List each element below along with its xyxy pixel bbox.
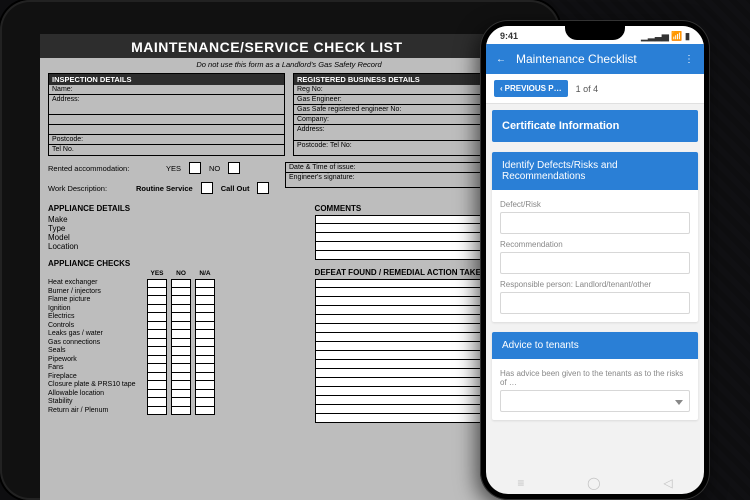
screen-title: Maintenance Checklist xyxy=(516,52,674,66)
no-checkbox[interactable] xyxy=(228,162,240,174)
phone-device: 9:41 ▁▂▃▅ 📶 ▮ ← Maintenance Checklist ⋮ … xyxy=(480,20,710,500)
pager-row: ‹ PREVIOUS P… 1 of 4 xyxy=(486,74,704,104)
advice-card: Advice to tenants Has advice been given … xyxy=(492,332,698,420)
field-label: Recommendation xyxy=(500,240,690,249)
more-icon[interactable]: ⋮ xyxy=(684,54,694,65)
app-bar: ← Maintenance Checklist ⋮ xyxy=(486,44,704,74)
back-icon[interactable]: ← xyxy=(496,54,506,65)
phone-screen: 9:41 ▁▂▃▅ 📶 ▮ ← Maintenance Checklist ⋮ … xyxy=(486,26,704,494)
nav-bar: ≡ ◯ ◁ xyxy=(486,476,704,490)
appliance-checks-h: APPLIANCE CHECKS xyxy=(48,259,307,268)
appliance-details-h: APPLIANCE DETAILS xyxy=(48,204,307,213)
routine-checkbox[interactable] xyxy=(201,182,213,194)
responsible-person-input[interactable] xyxy=(500,292,690,314)
page-count: 1 of 4 xyxy=(576,84,599,94)
defects-card: Identify Defects/Risks and Recommendatio… xyxy=(492,152,698,322)
nav-back-icon[interactable]: ◁ xyxy=(663,476,672,490)
appliance-detail-row: Type xyxy=(48,224,307,233)
chevron-left-icon: ‹ xyxy=(500,84,503,93)
defects-card-header: Identify Defects/Risks and Recommendatio… xyxy=(492,152,698,190)
previous-page-button[interactable]: ‹ PREVIOUS P… xyxy=(494,80,568,97)
form-title: MAINTENANCE/SERVICE CHECK LIST xyxy=(48,39,486,55)
nav-home-icon[interactable]: ◯ xyxy=(587,476,600,490)
appliance-detail-row: Make xyxy=(48,215,307,224)
status-icons: ▁▂▃▅ 📶 ▮ xyxy=(641,31,690,42)
appliance-detail-row: Location xyxy=(48,242,307,251)
field-label: Has advice been given to the tenants as … xyxy=(500,369,690,387)
checks-table: Heat exchangerBurner / injectors Flame p… xyxy=(48,270,307,415)
recommendation-input[interactable] xyxy=(500,252,690,274)
appliance-detail-row: Model xyxy=(48,233,307,242)
tablet-device: MAINTENANCE/SERVICE CHECK LIST Report Re… xyxy=(0,0,560,500)
advice-card-header: Advice to tenants xyxy=(492,332,698,359)
field-label: Defect/Risk xyxy=(500,200,690,209)
cert-info-section[interactable]: Certificate Information xyxy=(492,110,698,142)
form-note: Do not use this form as a Landlord's Gas… xyxy=(40,58,538,71)
paper-form: MAINTENANCE/SERVICE CHECK LIST Report Re… xyxy=(40,34,538,500)
field-label: Responsible person: Landlord/tenant/othe… xyxy=(500,280,690,289)
battery-icon: ▮ xyxy=(685,31,690,41)
yes-checkbox[interactable] xyxy=(189,162,201,174)
nav-recent-icon[interactable]: ≡ xyxy=(517,476,524,490)
inspection-details-box: INSPECTION DETAILS Name: Address: Postco… xyxy=(48,73,285,156)
work-desc-row: Work Description: Routine Service Call O… xyxy=(40,178,285,198)
rented-row: Rented accommodation: YES NO xyxy=(40,158,285,178)
advice-select[interactable] xyxy=(500,390,690,412)
defect-risk-input[interactable] xyxy=(500,212,690,234)
callout-checkbox[interactable] xyxy=(257,182,269,194)
wifi-icon: 📶 xyxy=(671,31,682,41)
status-time: 9:41 xyxy=(500,31,518,41)
signal-icon: ▁▂▃▅ xyxy=(641,31,669,41)
phone-notch xyxy=(565,26,625,40)
